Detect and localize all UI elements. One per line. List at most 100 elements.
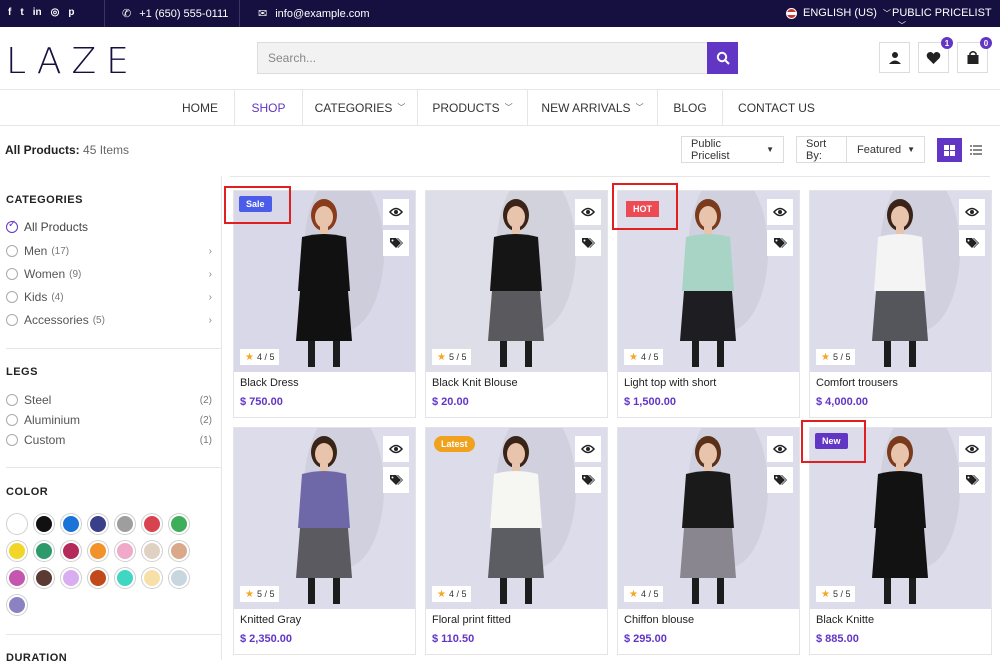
search-input[interactable]: Search... <box>257 42 707 74</box>
color-swatch[interactable] <box>61 541 81 561</box>
pinterest-icon[interactable]: p <box>68 7 74 18</box>
twitter-icon[interactable]: t <box>20 7 23 18</box>
legs-custom[interactable]: Custom (1) <box>6 431 212 449</box>
color-swatch[interactable] <box>34 541 54 561</box>
chevron-right-icon[interactable]: › <box>209 315 212 326</box>
product-card[interactable]: ★ 4 / 5 Floral print fitted $ 110.50 Latest <box>425 427 608 655</box>
category-accessories[interactable]: Accessories (5) › <box>6 311 212 329</box>
product-card[interactable]: ★ 4 / 5 Chiffon blouse $ 295.00 <box>617 427 800 655</box>
nav-shop[interactable]: SHOP <box>235 90 303 125</box>
color-swatch[interactable] <box>169 514 189 534</box>
cart-button[interactable]: 0 <box>957 37 992 73</box>
linkedin-icon[interactable]: in <box>33 7 42 18</box>
quick-view-button[interactable] <box>959 436 985 462</box>
radio-icon <box>6 394 18 406</box>
product-card[interactable]: ★ 5 / 5 Black Knit Blouse $ 20.00 <box>425 190 608 418</box>
quick-view-button[interactable] <box>575 436 601 462</box>
sort-dropdown[interactable]: Sort By: Featured ▼ <box>796 136 925 163</box>
color-swatch[interactable] <box>115 568 135 588</box>
chevron-right-icon[interactable]: › <box>209 246 212 257</box>
color-swatch[interactable] <box>115 541 135 561</box>
quick-view-button[interactable] <box>959 199 985 225</box>
product-name[interactable]: Chiffon blouse <box>624 614 694 626</box>
compare-button[interactable] <box>767 230 793 256</box>
facebook-icon[interactable]: f <box>8 7 11 18</box>
pricelist-dropdown[interactable]: Public Pricelist ▼ <box>681 136 784 163</box>
product-card[interactable]: ★ 4 / 5 Black Dress $ 750.00 Sale <box>233 190 416 418</box>
nav-products[interactable]: PRODUCTS ﹀ <box>418 90 528 125</box>
compare-button[interactable] <box>575 467 601 493</box>
divider <box>6 348 222 349</box>
category-men[interactable]: Men (17) › <box>6 242 212 260</box>
category-women[interactable]: Women (9) › <box>6 265 212 283</box>
color-swatch[interactable] <box>169 568 189 588</box>
compare-button[interactable] <box>767 467 793 493</box>
nav-blog[interactable]: BLOG <box>658 90 723 125</box>
color-swatch[interactable] <box>169 541 189 561</box>
product-name[interactable]: Light top with short <box>624 377 716 389</box>
list-view-button[interactable] <box>964 138 988 162</box>
product-card[interactable]: ★ 5 / 5 Knitted Gray $ 2,350.00 <box>233 427 416 655</box>
color-swatch[interactable] <box>34 514 54 534</box>
list-icon <box>970 145 982 155</box>
category-kids[interactable]: Kids (4) › <box>6 288 212 306</box>
product-price: $ 295.00 <box>624 633 667 645</box>
grid-view-button[interactable] <box>937 138 962 162</box>
phone-link[interactable]: ✆ +1 (650) 555-0111 <box>122 7 228 21</box>
color-swatch[interactable] <box>7 541 27 561</box>
color-swatch[interactable] <box>88 514 108 534</box>
account-button[interactable] <box>879 42 910 73</box>
color-swatch[interactable] <box>61 568 81 588</box>
quick-view-button[interactable] <box>767 199 793 225</box>
color-swatch[interactable] <box>142 568 162 588</box>
logo[interactable]: LAZE <box>6 41 139 82</box>
color-swatch[interactable] <box>88 541 108 561</box>
color-swatch[interactable] <box>142 514 162 534</box>
product-name[interactable]: Black Knit Blouse <box>432 377 518 389</box>
eye-icon <box>773 207 787 217</box>
compare-button[interactable] <box>575 230 601 256</box>
quick-view-button[interactable] <box>383 436 409 462</box>
wishlist-button[interactable]: 1 <box>918 37 953 73</box>
main-nav: HOME SHOP CATEGORIES ﹀ PRODUCTS ﹀ NEW ARRI… <box>0 90 1000 126</box>
search-button[interactable] <box>707 42 738 74</box>
color-swatch[interactable] <box>34 568 54 588</box>
compare-button[interactable] <box>959 467 985 493</box>
compare-button[interactable] <box>383 467 409 493</box>
color-swatch[interactable] <box>7 514 27 534</box>
instagram-icon[interactable]: ◎ <box>51 7 60 18</box>
product-name[interactable]: Black Dress <box>240 377 299 389</box>
nav-categories[interactable]: CATEGORIES ﹀ <box>303 90 418 125</box>
radio-icon <box>6 245 18 257</box>
divider <box>230 176 990 177</box>
compare-button[interactable] <box>959 230 985 256</box>
color-swatch[interactable] <box>115 514 135 534</box>
email-link[interactable]: ✉ info@example.com <box>258 7 370 21</box>
nav-contact-us[interactable]: CONTACT US <box>723 90 830 125</box>
color-swatch[interactable] <box>7 568 27 588</box>
radio-icon <box>6 268 18 280</box>
color-swatch[interactable] <box>7 595 27 615</box>
product-name[interactable]: Knitted Gray <box>240 614 301 626</box>
nav-new-arrivals[interactable]: NEW ARRIVALS ﹀ <box>528 90 658 125</box>
product-name[interactable]: Black Knitte <box>816 614 874 626</box>
wishlist-count-badge: 1 <box>941 37 953 49</box>
nav-home[interactable]: HOME <box>166 90 235 125</box>
legs-aluminium[interactable]: Aluminium (2) <box>6 411 212 429</box>
product-name[interactable]: Comfort trousers <box>816 377 898 389</box>
quick-view-button[interactable] <box>767 436 793 462</box>
color-swatch[interactable] <box>142 541 162 561</box>
color-swatch[interactable] <box>88 568 108 588</box>
chevron-right-icon[interactable]: › <box>209 292 212 303</box>
quick-view-button[interactable] <box>575 199 601 225</box>
color-swatch[interactable] <box>61 514 81 534</box>
compare-button[interactable] <box>383 230 409 256</box>
category-all-products[interactable]: All Products <box>6 218 212 236</box>
radio-checked-icon <box>6 219 18 233</box>
language-selector[interactable]: ENGLISH (US) ﹀ <box>786 7 891 19</box>
product-card[interactable]: ★ 5 / 5 Comfort trousers $ 4,000.00 <box>809 190 992 418</box>
chevron-right-icon[interactable]: › <box>209 269 212 280</box>
legs-steel[interactable]: Steel (2) <box>6 391 212 409</box>
quick-view-button[interactable] <box>383 199 409 225</box>
product-name[interactable]: Floral print fitted <box>432 614 511 626</box>
